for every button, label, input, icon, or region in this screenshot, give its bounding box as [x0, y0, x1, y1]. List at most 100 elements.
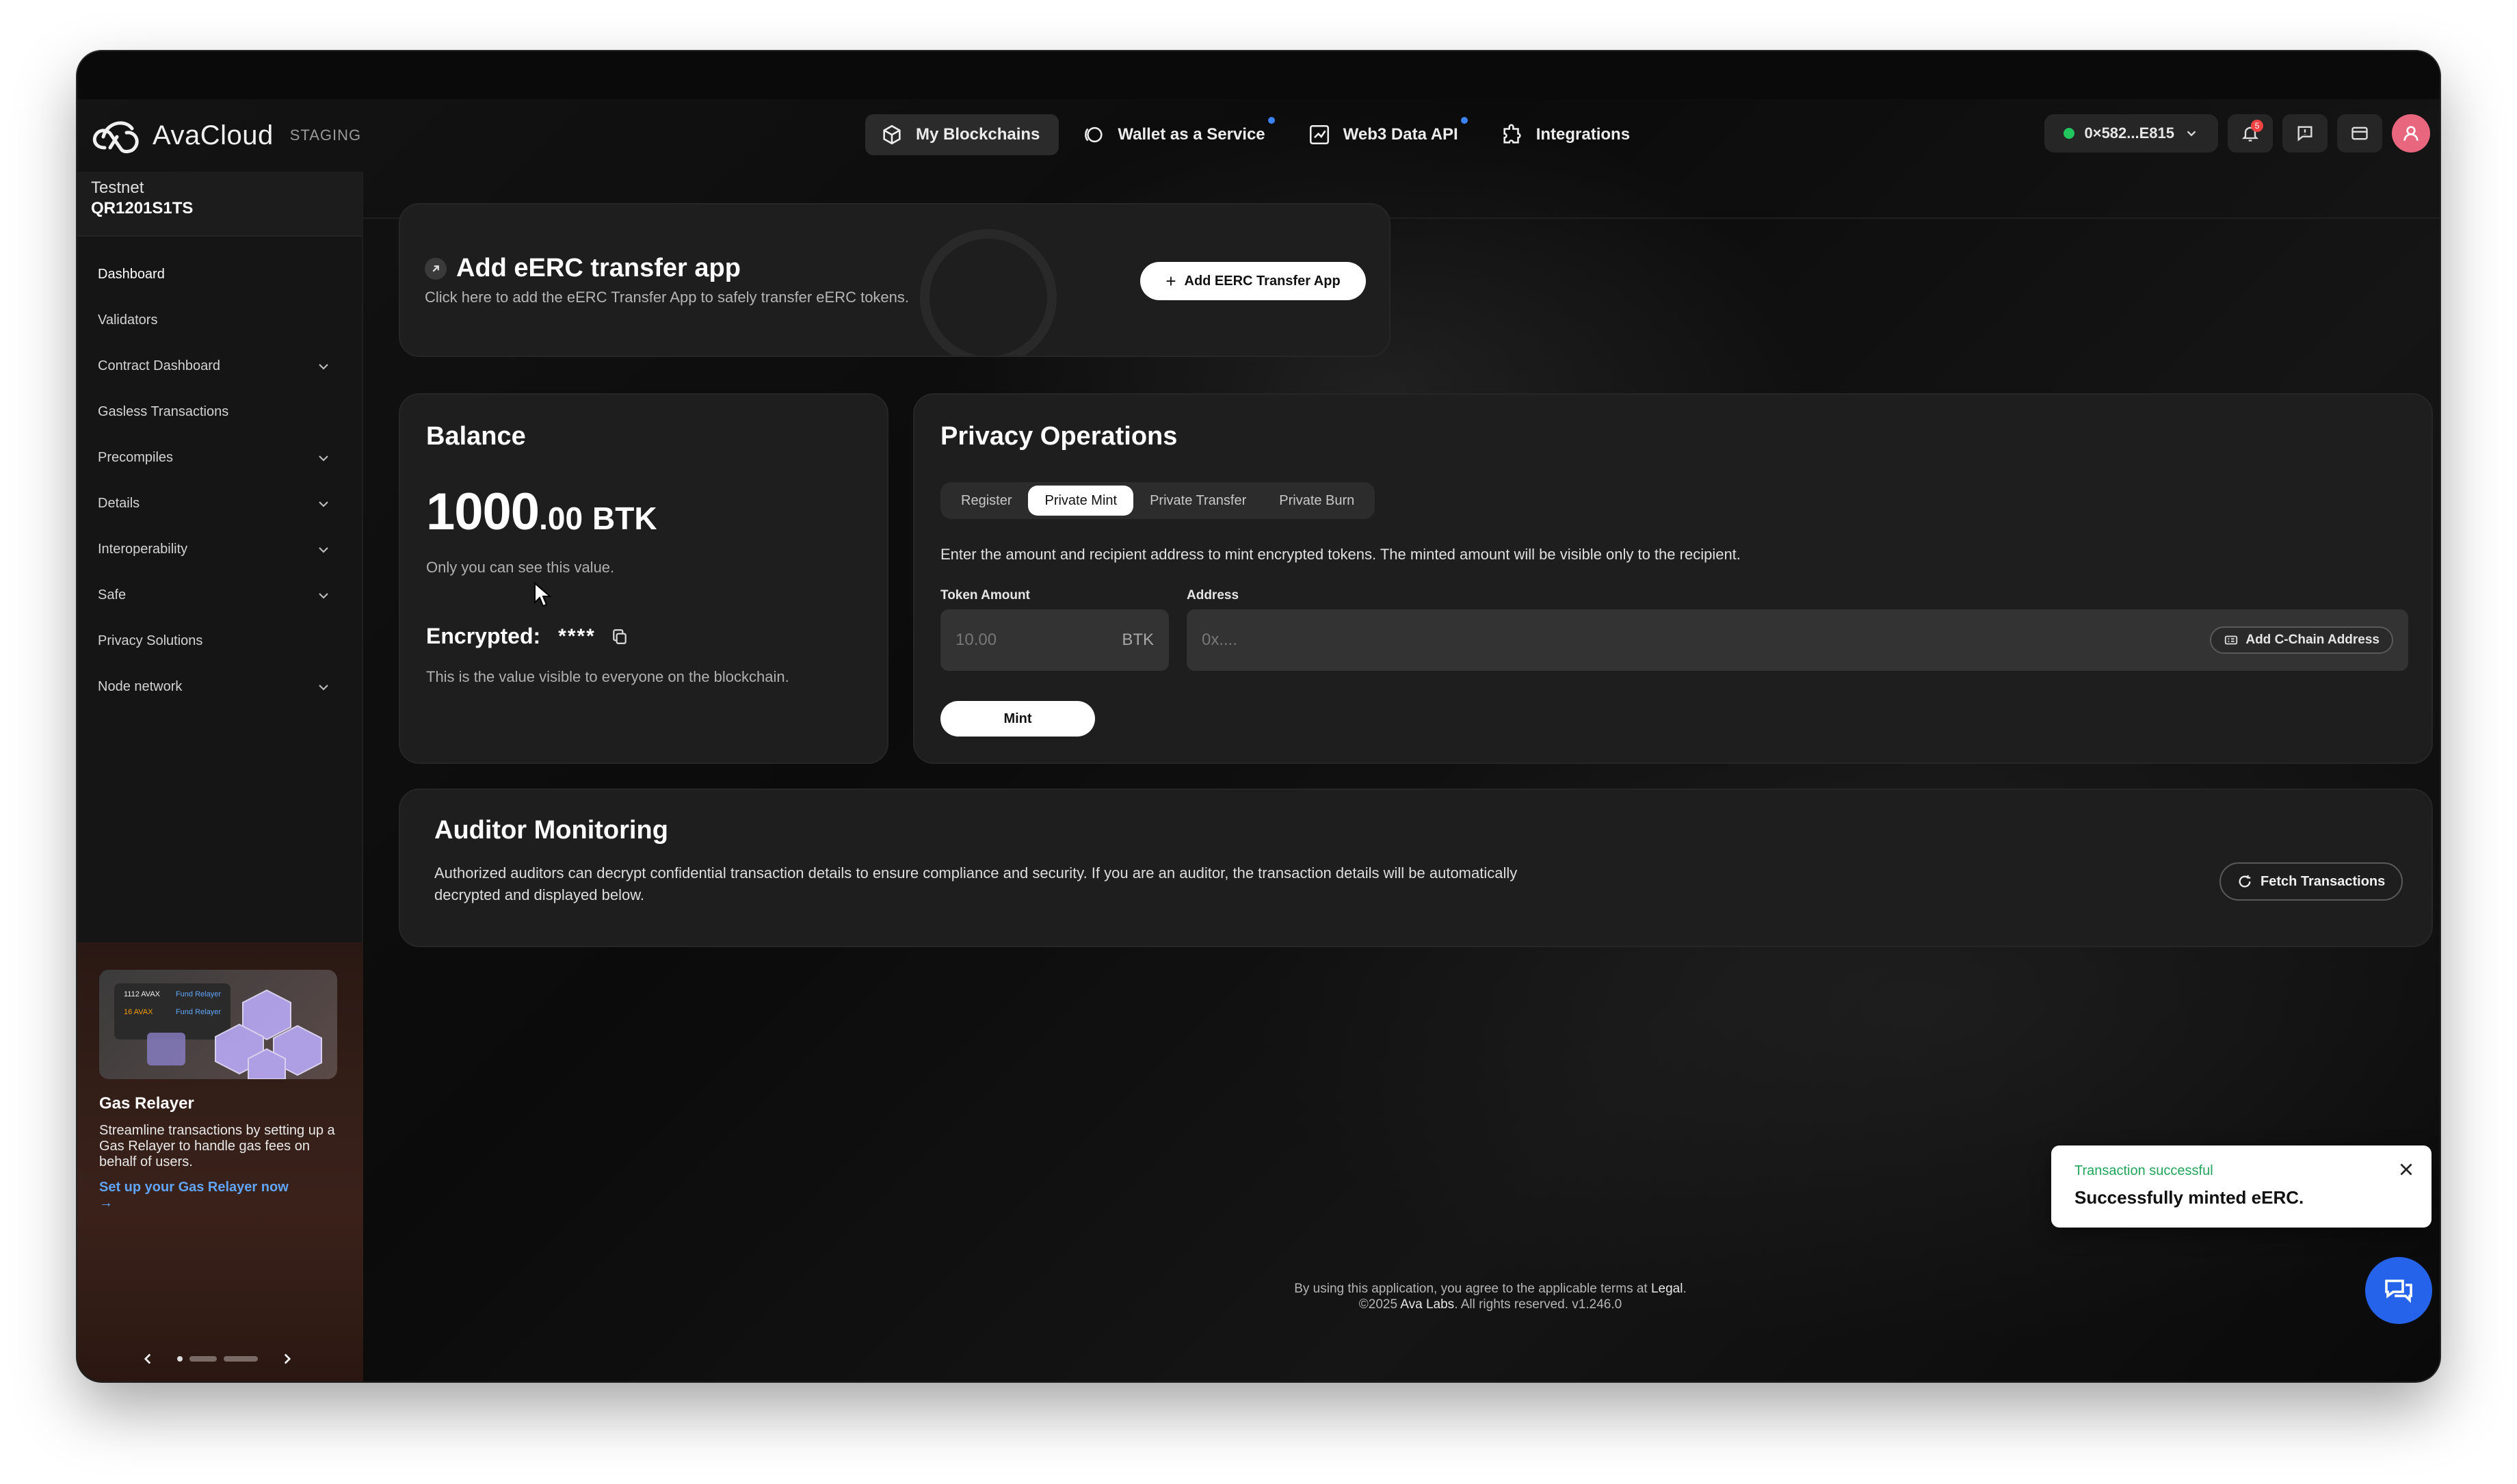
chevron-left-icon[interactable] [139, 1350, 157, 1368]
nav-wallet-as-a-service[interactable]: Wallet as a Service [1067, 114, 1284, 155]
cubes-icon [215, 989, 322, 1079]
auditor-monitoring-card: Auditor Monitoring Authorized auditors c… [399, 789, 2433, 947]
balance-unit: BTK [592, 501, 657, 536]
tab-private-transfer[interactable]: Private Transfer [1133, 486, 1263, 516]
add-c-chain-address-button[interactable]: Add C-Chain Address [2210, 626, 2393, 654]
balance-note: Only you can see this value. [426, 559, 615, 576]
wallet-address: 0×582...E815 [2084, 124, 2174, 142]
promo-carousel-nav [139, 1350, 296, 1368]
brand[interactable]: AvaCloud STAGING [90, 116, 361, 155]
decorative-arrow-circle [920, 229, 1057, 356]
balance-integer: 1000 [426, 483, 540, 541]
sidebar-item-label: Safe [98, 587, 127, 602]
close-icon[interactable] [2397, 1161, 2415, 1178]
gas-relayer-promo: 1112 AVAX Fund Relayer 16 AVAX Fund Relaye… [77, 942, 363, 1381]
billing-button[interactable] [2337, 114, 2382, 153]
nav-integrations[interactable]: Integrations [1486, 114, 1649, 155]
avacloud-logo-icon [92, 121, 139, 154]
footer-terms: By using this application, you agree to … [895, 1281, 2085, 1297]
auditor-title: Auditor Monitoring [434, 816, 668, 845]
tab-private-mint[interactable]: Private Mint [1028, 486, 1134, 516]
token-amount-unit: BTK [1122, 631, 1154, 649]
sidebar-item-validators[interactable]: Validators [77, 297, 362, 343]
add-eerc-app-card[interactable]: Add eERC transfer app Click here to add … [399, 203, 1391, 357]
chevron-down-icon [319, 684, 328, 691]
address-book-icon [2225, 635, 2238, 645]
notification-count-badge: 5 [2251, 120, 2263, 132]
sidebar-item-contract-dashboard[interactable]: Contract Dashboard [77, 343, 362, 389]
carousel-dots [177, 1356, 258, 1362]
new-indicator-dot [1267, 117, 1275, 124]
sidebar-item-label: Contract Dashboard [98, 358, 220, 373]
connected-status-dot [2064, 128, 2075, 139]
nav-label: Integrations [1536, 125, 1631, 144]
feedback-button[interactable] [2282, 114, 2328, 153]
encrypted-note: This is the value visible to everyone on… [426, 668, 789, 685]
add-app-title-row: Add eERC transfer app [425, 254, 741, 283]
chain-id: QR1201S1TS [91, 199, 194, 217]
encrypted-value: **** [558, 624, 596, 648]
support-chat-button[interactable] [2365, 1257, 2432, 1324]
user-avatar[interactable] [2392, 114, 2430, 153]
promo-link[interactable]: Set up your Gas Relayer now → [99, 1180, 341, 1211]
footer-terms-text: By using this application, you agree to … [1294, 1282, 1648, 1296]
user-icon [2403, 126, 2419, 141]
promo-art-value: 16 AVAX [124, 1008, 153, 1016]
tab-private-burn[interactable]: Private Burn [1263, 486, 1371, 516]
sidebar-item-precompiles[interactable]: Precompiles [77, 435, 362, 481]
sidebar-item-interoperability[interactable]: Interoperability [77, 527, 362, 572]
sidebar-item-label: Privacy Solutions [98, 633, 203, 648]
wallet-selector[interactable]: 0×582...E815 [2044, 114, 2218, 153]
sidebar-item-label: Interoperability [98, 542, 188, 557]
copy-icon[interactable] [611, 628, 629, 646]
sidebar-item-privacy-solutions[interactable]: Privacy Solutions [77, 618, 362, 664]
add-c-chain-address-label: Add C-Chain Address [2245, 633, 2380, 647]
fetch-transactions-button[interactable]: Fetch Transactions [2219, 862, 2403, 901]
carousel-dot-active[interactable] [177, 1356, 183, 1362]
sidebar-item-safe[interactable]: Safe [77, 572, 362, 618]
chevron-down-icon [319, 546, 328, 553]
add-app-subtitle: Click here to add the eERC Transfer App … [425, 289, 910, 306]
encrypted-label: Encrypted: [426, 624, 541, 648]
balance-title: Balance [426, 422, 526, 451]
chevron-down-icon [319, 363, 328, 370]
chevron-down-icon [319, 501, 328, 507]
sidebar-item-details[interactable]: Details [77, 481, 362, 527]
wallet-shape [147, 1033, 185, 1065]
footer-year: ©2025 [1358, 1297, 1398, 1312]
mint-button[interactable]: Mint [940, 701, 1095, 737]
sidebar-item-gasless-transactions[interactable]: Gasless Transactions [77, 389, 362, 435]
tab-register[interactable]: Register [945, 486, 1028, 516]
add-app-button-label: Add EERC Transfer App [1184, 273, 1341, 289]
arrow-right-icon: → [99, 1195, 113, 1210]
environment-label: STAGING [289, 127, 362, 144]
add-app-title: Add eERC transfer app [456, 254, 741, 282]
encrypted-row: Encrypted: **** [426, 624, 629, 649]
footer-rights: . All rights reserved. v1.246.0 [1454, 1297, 1622, 1312]
promo-title: Gas Relayer [99, 1094, 194, 1113]
nav-label: Web3 Data API [1343, 125, 1458, 144]
chain-selector[interactable]: Testnet QR1201S1TS [77, 172, 362, 237]
privacy-description: Enter the amount and recipient address t… [940, 546, 1741, 563]
nav-web3-data-api[interactable]: Web3 Data API [1293, 114, 1477, 155]
token-amount-label: Token Amount [940, 588, 1030, 602]
nav-my-blockchains[interactable]: My Blockchains [865, 114, 1059, 155]
notifications-button[interactable]: 5 [2228, 114, 2273, 153]
balance-card: Balance 1000 .00 BTK Only you can see th… [399, 393, 888, 764]
nav-right: 0×582...E815 5 [2044, 114, 2430, 153]
token-amount-placeholder: 10.00 [956, 631, 997, 649]
address-input[interactable]: 0x.... Add C-Chain Address [1187, 609, 2408, 671]
sidebar-item-label: Node network [98, 679, 183, 694]
sidebar-item-dashboard[interactable]: Dashboard [77, 252, 362, 297]
carousel-dot[interactable] [189, 1356, 217, 1362]
wallet-icon [1085, 127, 1103, 143]
plus-icon: + [1165, 270, 1176, 291]
sidebar-item-node-network[interactable]: Node network [77, 664, 362, 710]
ava-labs-link[interactable]: Ava Labs [1400, 1297, 1454, 1312]
add-eerc-transfer-app-button[interactable]: + Add EERC Transfer App [1140, 262, 1366, 300]
legal-link[interactable]: Legal [1651, 1282, 1683, 1296]
promo-art-value: 1112 AVAX [124, 990, 161, 998]
chevron-right-icon[interactable] [278, 1350, 296, 1368]
carousel-dot[interactable] [224, 1356, 258, 1362]
token-amount-input[interactable]: 10.00 BTK [940, 609, 1169, 671]
